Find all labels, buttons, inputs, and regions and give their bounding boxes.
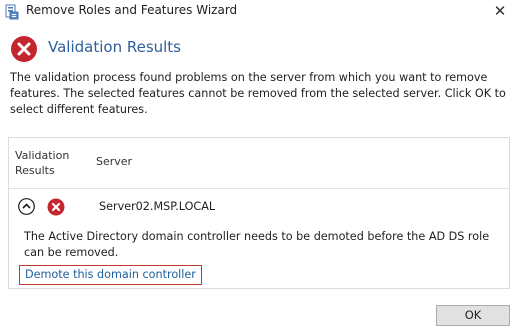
- validation-results-panel: Validation Results Server Server02.MSP.L…: [8, 137, 510, 289]
- page-title: Validation Results: [48, 38, 182, 56]
- title-bar: Remove Roles and Features Wizard ✕: [0, 0, 517, 24]
- demote-domain-controller-link[interactable]: Demote this domain controller: [19, 265, 202, 285]
- window-title: Remove Roles and Features Wizard: [26, 3, 238, 17]
- validation-message: The Active Directory domain controller n…: [24, 230, 490, 259]
- server-manager-icon: [5, 4, 19, 20]
- close-button[interactable]: ✕: [483, 0, 517, 24]
- column-header-server: Server: [96, 155, 133, 168]
- ok-button[interactable]: OK: [436, 305, 510, 326]
- header-divider: [9, 188, 509, 189]
- close-icon: ✕: [493, 2, 507, 20]
- server-name: Server02.MSP.LOCAL: [99, 200, 216, 213]
- error-icon: [47, 198, 65, 216]
- collapse-chevron-up-icon[interactable]: [18, 198, 35, 215]
- validation-description: The validation process found problems on…: [10, 71, 506, 116]
- error-icon: [11, 36, 37, 62]
- column-header-validation-results: Validation Results: [15, 149, 70, 177]
